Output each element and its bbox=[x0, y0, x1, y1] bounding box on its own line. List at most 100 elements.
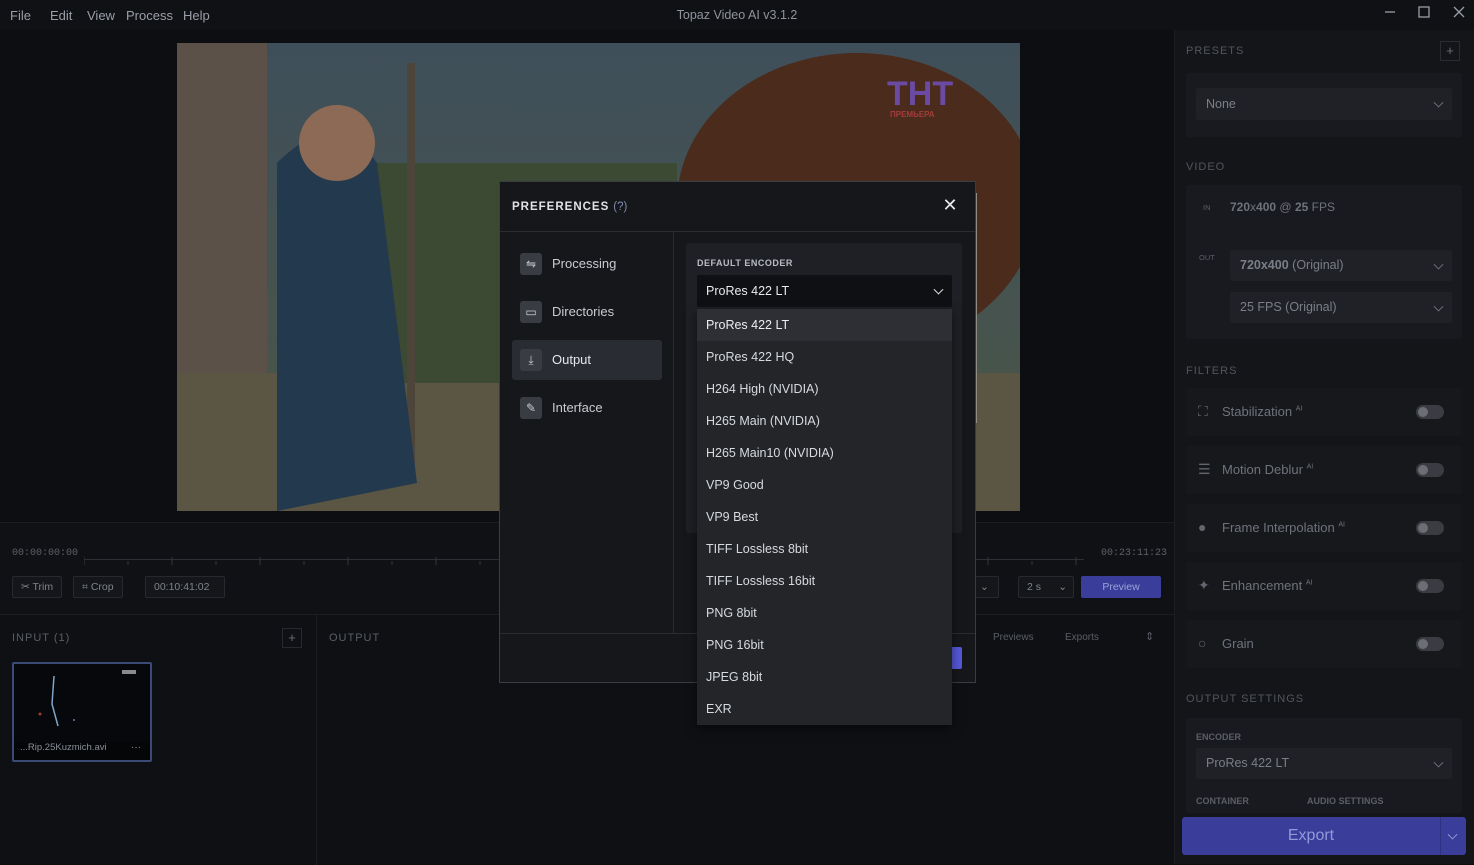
input-resolution: 720x400 @ 25 FPS bbox=[1230, 200, 1335, 214]
motion-deblur-toggle[interactable] bbox=[1416, 463, 1444, 477]
chevron-down-icon bbox=[1433, 757, 1444, 768]
encoder-option[interactable]: H265 Main10 (NVIDIA) bbox=[697, 437, 952, 469]
filter-enhancement[interactable]: ✦ Enhancement AI bbox=[1186, 562, 1462, 610]
encoder-option[interactable]: ProRes 422 HQ bbox=[697, 341, 952, 373]
maximize-icon[interactable] bbox=[1414, 5, 1434, 25]
trim-button[interactable]: ✂ Trim bbox=[12, 576, 63, 598]
nav-label: Directories bbox=[552, 304, 615, 319]
out-fps: 25 FPS (Original) bbox=[1240, 300, 1337, 314]
encoder-option[interactable]: JPEG 8bit bbox=[697, 661, 952, 693]
input-header: INPUT (1) bbox=[12, 632, 71, 644]
container-label: CONTAINER bbox=[1196, 796, 1249, 806]
enhancement-toggle[interactable] bbox=[1416, 579, 1444, 593]
output-header: OUTPUT bbox=[329, 632, 381, 644]
out-tag: OUT bbox=[1199, 253, 1215, 262]
title-bar: File Edit View Process Help Topaz Video … bbox=[0, 0, 1474, 30]
nav-directories[interactable]: ▭ Directories bbox=[512, 292, 662, 332]
filter-frame-interpolation[interactable]: ● Frame Interpolation AI bbox=[1186, 504, 1462, 552]
dialog-title: PREFERENCES (?) bbox=[512, 201, 628, 213]
encoder-option[interactable]: ProRes 422 LT bbox=[697, 309, 952, 341]
stabilization-toggle[interactable] bbox=[1416, 405, 1444, 419]
filter-label: Frame Interpolation AI bbox=[1222, 520, 1345, 535]
help-link[interactable]: (?) bbox=[613, 201, 627, 213]
nav-label: Processing bbox=[552, 256, 617, 271]
enhancement-icon: ✦ bbox=[1198, 577, 1210, 593]
nav-output[interactable]: ⤓ Output bbox=[512, 340, 662, 380]
step-value: 2 s bbox=[1027, 581, 1042, 593]
chevron-down-icon bbox=[1433, 97, 1444, 108]
in-width: 720 bbox=[1230, 200, 1251, 214]
export-dropdown[interactable] bbox=[1440, 817, 1466, 855]
nav-interface[interactable]: ✎ Interface bbox=[512, 388, 662, 428]
encoder-option[interactable]: PNG 8bit bbox=[697, 597, 952, 629]
crop-button[interactable]: ⌗ Crop bbox=[73, 576, 123, 598]
premiere-logo: ПРЕМЬЕРА bbox=[890, 110, 935, 119]
output-resolution-select[interactable]: 720x400 (Original) bbox=[1230, 250, 1452, 281]
current-time-field[interactable]: 00:10:41:02 bbox=[145, 576, 225, 598]
more-icon[interactable]: ··· bbox=[131, 742, 141, 753]
encoder-option[interactable]: H264 High (NVIDIA) bbox=[697, 373, 952, 405]
chevron-down-icon bbox=[1433, 259, 1444, 270]
timeline-end-time: 00:23:11:23 bbox=[1101, 548, 1168, 559]
out-resolution: 720x400 bbox=[1240, 258, 1289, 272]
encoder-select[interactable]: ProRes 422 LT bbox=[1196, 748, 1452, 779]
close-icon[interactable]: ✕ bbox=[941, 196, 959, 214]
add-input-button[interactable]: + bbox=[282, 628, 302, 648]
exports-tab[interactable]: Exports bbox=[1065, 632, 1099, 643]
save-button[interactable] bbox=[952, 647, 962, 669]
in-height: 400 bbox=[1256, 200, 1277, 214]
trim-label: Trim bbox=[32, 581, 54, 593]
preset-select[interactable]: None bbox=[1196, 88, 1452, 120]
add-preset-button[interactable]: + bbox=[1440, 41, 1460, 61]
encoder-option[interactable]: TIFF Lossless 16bit bbox=[697, 565, 952, 597]
encoder-option[interactable]: H265 Main (NVIDIA) bbox=[697, 405, 952, 437]
export-label: Export bbox=[1287, 827, 1335, 844]
encoder-option[interactable]: TIFF Lossless 8bit bbox=[697, 533, 952, 565]
preferences-nav: ⇋ Processing ▭ Directories ⤓ Output ✎ In… bbox=[500, 232, 674, 634]
processing-icon: ⇋ bbox=[520, 253, 542, 275]
chevron-down-icon bbox=[1447, 829, 1458, 840]
export-button[interactable]: Export bbox=[1182, 817, 1466, 855]
panel-divider bbox=[316, 615, 317, 865]
chevron-down-icon bbox=[933, 284, 944, 295]
scissors-icon: ✂ bbox=[21, 581, 33, 593]
filter-motion-deblur[interactable]: ☰ Motion Deblur AI bbox=[1186, 446, 1462, 494]
preview-button[interactable]: Preview bbox=[1081, 576, 1161, 598]
close-window-icon[interactable] bbox=[1449, 5, 1469, 25]
encoder-option[interactable]: EXR bbox=[697, 693, 952, 725]
filter-stabilization[interactable]: ⛶ Stabilization AI bbox=[1186, 388, 1462, 436]
grain-icon: ○ bbox=[1198, 635, 1207, 651]
output-fps-select[interactable]: 25 FPS (Original) bbox=[1230, 292, 1452, 323]
grain-toggle[interactable] bbox=[1416, 637, 1444, 651]
in-fps-unit: FPS bbox=[1311, 200, 1335, 214]
filter-label: Grain bbox=[1222, 636, 1254, 651]
output-settings-label: OUTPUT SETTINGS bbox=[1186, 693, 1305, 705]
previews-tab[interactable]: Previews bbox=[993, 632, 1034, 643]
video-label: VIDEO bbox=[1186, 161, 1226, 173]
input-file-name: ...Rip.25Kuzmich.avi bbox=[20, 742, 107, 753]
encoder-option[interactable]: VP9 Good bbox=[697, 469, 952, 501]
in-fps: 25 bbox=[1294, 200, 1309, 214]
nav-label: Interface bbox=[552, 400, 603, 415]
minimize-icon[interactable] bbox=[1380, 5, 1400, 25]
encoder-value: ProRes 422 LT bbox=[1206, 756, 1290, 770]
default-encoder-select[interactable]: ProRes 422 LT bbox=[697, 275, 952, 307]
download-icon: ⤓ bbox=[520, 349, 542, 371]
filter-grain[interactable]: ○ Grain bbox=[1186, 620, 1462, 668]
filter-label: Enhancement AI bbox=[1222, 578, 1313, 593]
frame-interpolation-toggle[interactable] bbox=[1416, 521, 1444, 535]
encoder-option[interactable]: VP9 Best bbox=[697, 501, 952, 533]
default-encoder-label: DEFAULT ENCODER bbox=[697, 258, 793, 268]
crop-label: Crop bbox=[90, 581, 114, 593]
dropdown-chevron-icon[interactable]: ⌄ bbox=[975, 576, 999, 598]
step-select[interactable]: 2 s ⌄ bbox=[1018, 576, 1074, 598]
tnt-logo: ТНТ bbox=[887, 75, 953, 113]
encoder-dropdown-list: ProRes 422 LT ProRes 422 HQ H264 High (N… bbox=[697, 309, 952, 725]
app-title: Topaz Video AI v3.1.2 bbox=[676, 8, 798, 22]
sort-icon[interactable]: ⇕ bbox=[1145, 630, 1154, 643]
timeline-start-time: 00:00:00:00 bbox=[12, 548, 79, 559]
encoder-option[interactable]: PNG 16bit bbox=[697, 629, 952, 661]
nav-processing[interactable]: ⇋ Processing bbox=[512, 244, 662, 284]
frame-interpolation-icon: ● bbox=[1198, 519, 1207, 535]
chevron-down-icon: ⌄ bbox=[1058, 581, 1067, 593]
